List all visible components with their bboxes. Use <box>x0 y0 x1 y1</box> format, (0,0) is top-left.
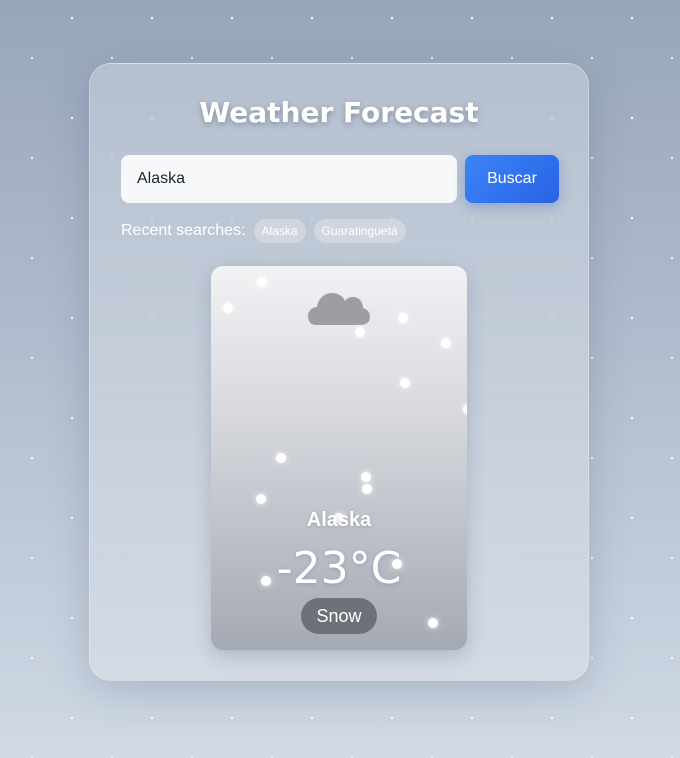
snowflake <box>257 277 267 287</box>
condition-badge: Snow <box>301 598 377 634</box>
snowflake <box>400 378 410 388</box>
recent-search-chip[interactable]: Guaratinguetá <box>313 219 406 243</box>
recent-search-chip[interactable]: Alaska <box>253 219 306 243</box>
snowflake <box>441 338 451 348</box>
snowflake <box>362 484 372 494</box>
snowflake <box>276 453 286 463</box>
temperature: -23°C <box>276 543 402 594</box>
weather-panel: Weather Forecast Buscar Recent searches:… <box>89 63 589 681</box>
app-title: Weather Forecast <box>199 96 479 129</box>
snowflake <box>256 494 266 504</box>
snowflake <box>355 327 365 337</box>
search-button[interactable]: Buscar <box>465 155 559 203</box>
snowflake <box>463 404 467 414</box>
cloud-icon <box>308 293 370 325</box>
snowflake <box>361 472 371 482</box>
city-name: Alaska <box>306 509 372 531</box>
recent-searches-label: Recent searches: <box>121 222 246 239</box>
snowflake <box>223 303 233 313</box>
recent-searches: Recent searches: Alaska Guaratinguetá <box>121 219 406 243</box>
snowflake <box>398 313 408 323</box>
snowflake <box>428 618 438 628</box>
weather-card: Alaska -23°C Snow <box>211 266 467 650</box>
search-input[interactable] <box>121 155 457 203</box>
